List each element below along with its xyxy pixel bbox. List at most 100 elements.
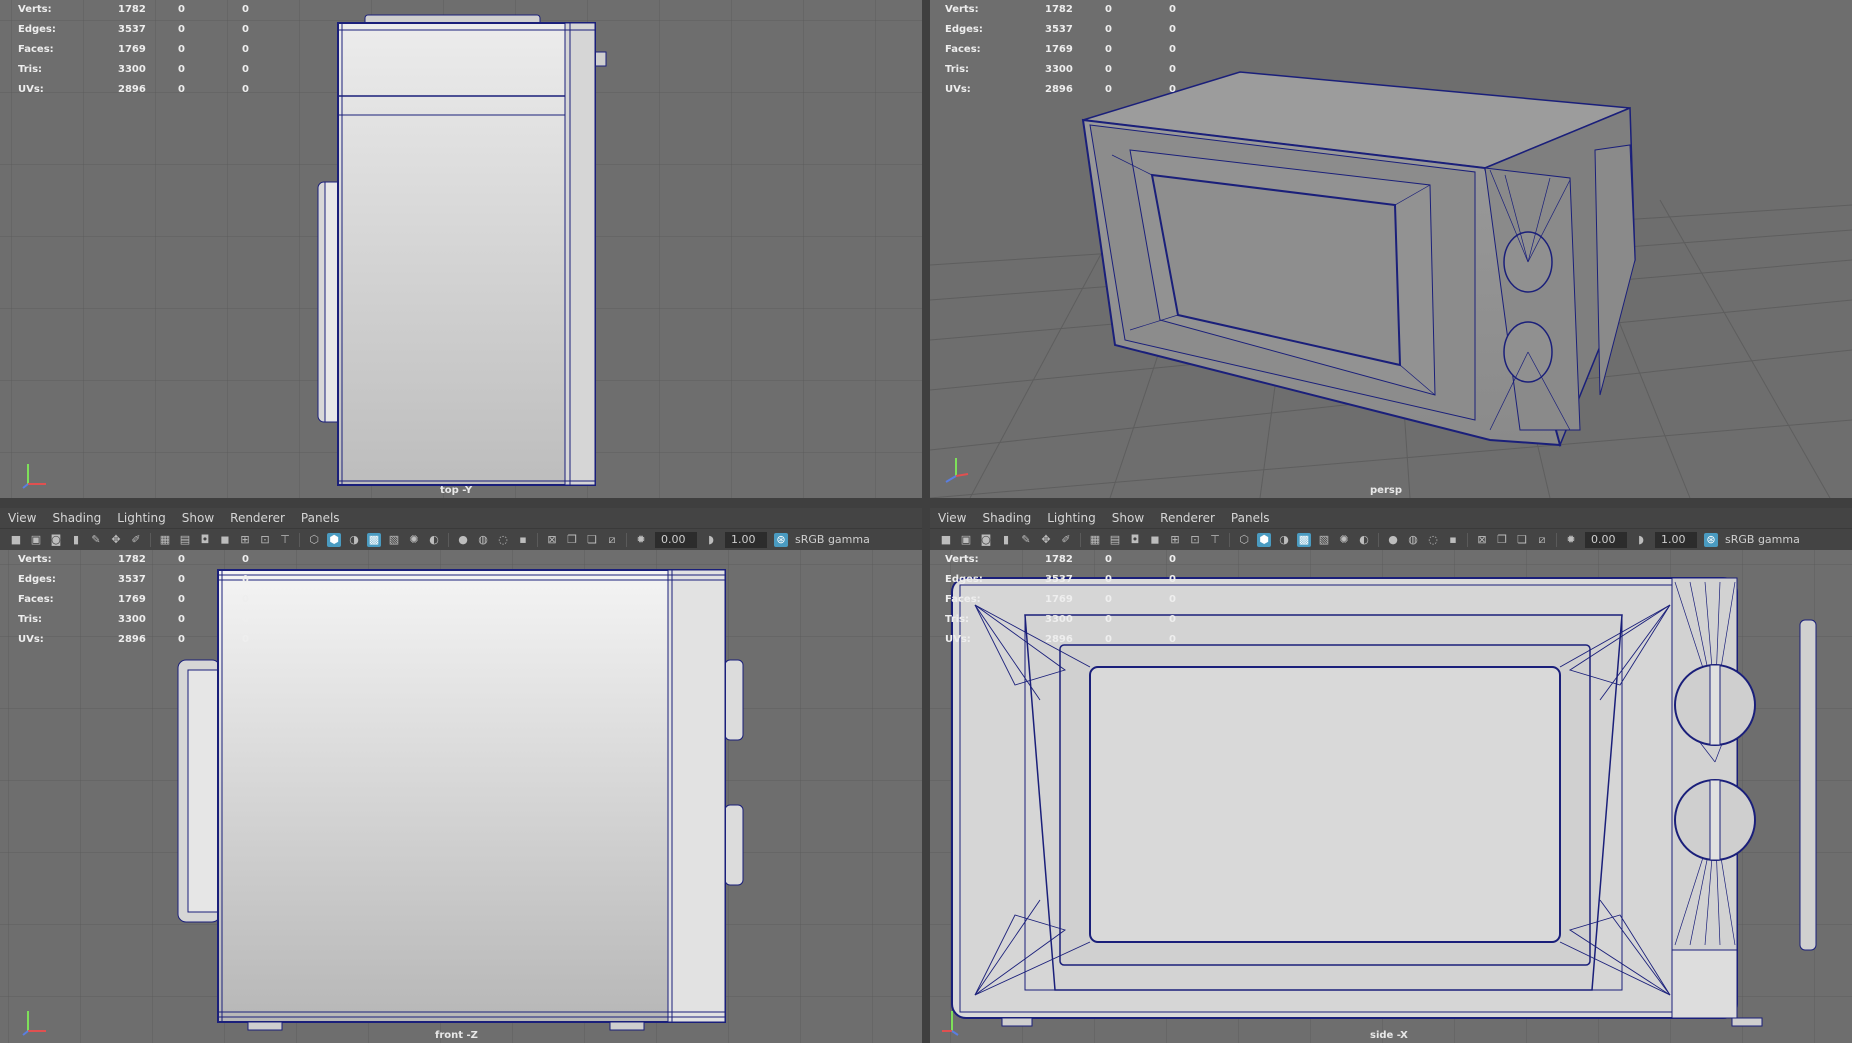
poly-count-hud: Verts: 1782 0 0 Edges: 3537 0 0 Faces: 1769 0 0 T… xyxy=(18,554,249,645)
image-plane-icon[interactable]: ✎ xyxy=(1019,533,1033,547)
menu-view[interactable]: View xyxy=(0,511,44,525)
motion-blur-icon[interactable]: ◍ xyxy=(476,533,490,547)
safe-title-icon[interactable]: ⊤ xyxy=(278,533,292,547)
color-management-icon[interactable]: ⊛ xyxy=(774,532,788,547)
lights-icon[interactable]: ✺ xyxy=(407,533,421,547)
gamma-field[interactable]: 1.00 xyxy=(1655,531,1697,548)
camera-lock-icon[interactable]: ▣ xyxy=(959,533,973,547)
menu-renderer[interactable]: Renderer xyxy=(222,511,293,525)
bookmark-icon[interactable]: ▮ xyxy=(999,533,1013,547)
toolbar-separator xyxy=(448,532,449,547)
camera-lock-icon[interactable]: ▣ xyxy=(29,533,43,547)
isolate-select-icon[interactable]: ⊠ xyxy=(545,533,559,547)
menu-lighting[interactable]: Lighting xyxy=(1039,511,1104,525)
textured-icon[interactable]: ▧ xyxy=(387,533,401,547)
anti-aliasing-icon[interactable]: ◌ xyxy=(496,533,510,547)
xray-joints-icon[interactable]: ❏ xyxy=(1515,533,1529,547)
color-management-icon[interactable]: ⊛ xyxy=(1704,532,1718,547)
grease-pencil-icon[interactable]: ✐ xyxy=(129,533,143,547)
anti-aliasing-icon[interactable]: ◌ xyxy=(1426,533,1440,547)
menu-renderer[interactable]: Renderer xyxy=(1152,511,1223,525)
toolbar-separator xyxy=(1229,532,1230,547)
toolbar-separator xyxy=(626,532,627,547)
textured-icon[interactable]: ▧ xyxy=(1317,533,1331,547)
smooth-shade-icon[interactable]: ⬢ xyxy=(1257,532,1271,547)
wireframe-icon[interactable]: ⬡ xyxy=(1237,533,1251,547)
safe-action-icon[interactable]: ⊡ xyxy=(1188,533,1202,547)
isolate-select-icon[interactable]: ⊠ xyxy=(1475,533,1489,547)
xray-icon[interactable]: ❐ xyxy=(1495,533,1509,547)
viewport-side[interactable]: View Shading Lighting Show Renderer Pane… xyxy=(930,508,1852,1043)
exposure-icon[interactable]: ✹ xyxy=(1564,533,1578,547)
bookmark-icon[interactable]: ▮ xyxy=(69,533,83,547)
depth-of-field-icon[interactable]: ▪ xyxy=(1446,533,1460,547)
depth-of-field-icon[interactable]: ▪ xyxy=(516,533,530,547)
menu-show[interactable]: Show xyxy=(1104,511,1152,525)
menu-panels[interactable]: Panels xyxy=(293,511,348,525)
field-chart-icon[interactable]: ⊞ xyxy=(1168,533,1182,547)
film-gate-icon[interactable]: ▤ xyxy=(178,533,192,547)
safe-action-icon[interactable]: ⊡ xyxy=(258,533,272,547)
axis-gizmo-icon xyxy=(945,458,969,483)
backface-icon[interactable]: ⧄ xyxy=(1535,533,1549,547)
toolbar-separator xyxy=(150,532,151,547)
color-space-label[interactable]: sRGB gamma xyxy=(1725,533,1800,546)
ambient-occlusion-icon[interactable]: ● xyxy=(1386,533,1400,547)
xray-icon[interactable]: ❐ xyxy=(565,533,579,547)
viewport-top[interactable]: Verts: 1782 0 0 Edges: 3537 0 0 Faces: 1769 0 0 T… xyxy=(0,0,922,498)
exposure-icon[interactable]: ✹ xyxy=(634,533,648,547)
poly-count-hud: Verts: 1782 0 0 Edges: 3537 0 0 Faces: 1769 0 0 T… xyxy=(945,4,1176,95)
2d-pan-icon[interactable]: ✥ xyxy=(1039,533,1053,547)
menu-lighting[interactable]: Lighting xyxy=(109,511,174,525)
smooth-shade-icon[interactable]: ⬢ xyxy=(327,532,341,547)
menu-panels[interactable]: Panels xyxy=(1223,511,1278,525)
panel-menubar: View Shading Lighting Show Renderer Pane… xyxy=(0,508,922,528)
grid-icon[interactable]: ▦ xyxy=(1088,533,1102,547)
camera-attr-icon[interactable]: ◙ xyxy=(49,533,63,547)
wireframe-icon[interactable]: ⬡ xyxy=(307,533,321,547)
gamma-icon[interactable]: ◗ xyxy=(1634,533,1648,547)
viewport-label: top -Y xyxy=(440,485,473,496)
resolution-gate-icon[interactable]: ◘ xyxy=(198,533,212,547)
menu-shading[interactable]: Shading xyxy=(44,511,109,525)
shadows-icon[interactable]: ◐ xyxy=(427,533,441,547)
toolbar-separator xyxy=(1556,532,1557,547)
panel-menubar: View Shading Lighting Show Renderer Pane… xyxy=(930,508,1852,528)
exposure-field[interactable]: 0.00 xyxy=(655,531,697,548)
viewport-persp[interactable]: Verts: 1782 0 0 Edges: 3537 0 0 Faces: 1769 0 0 T… xyxy=(930,0,1852,498)
camera-attr-icon[interactable]: ◙ xyxy=(979,533,993,547)
exposure-field[interactable]: 0.00 xyxy=(1585,531,1627,548)
default-material-icon[interactable]: ◑ xyxy=(347,533,361,547)
grid-icon[interactable]: ▦ xyxy=(158,533,172,547)
image-plane-icon[interactable]: ✎ xyxy=(89,533,103,547)
xray-joints-icon[interactable]: ❏ xyxy=(585,533,599,547)
wireframe-on-shaded-icon[interactable]: ▩ xyxy=(367,532,381,547)
default-material-icon[interactable]: ◑ xyxy=(1277,533,1291,547)
motion-blur-icon[interactable]: ◍ xyxy=(1406,533,1420,547)
shadows-icon[interactable]: ◐ xyxy=(1357,533,1371,547)
color-space-label[interactable]: sRGB gamma xyxy=(795,533,870,546)
gate-mask-icon[interactable]: ◼ xyxy=(218,533,232,547)
camera-icon[interactable]: ■ xyxy=(939,533,953,547)
backface-icon[interactable]: ⧄ xyxy=(605,533,619,547)
toolbar-separator xyxy=(537,532,538,547)
grease-pencil-icon[interactable]: ✐ xyxy=(1059,533,1073,547)
gamma-icon[interactable]: ◗ xyxy=(704,533,718,547)
lights-icon[interactable]: ✺ xyxy=(1337,533,1351,547)
2d-pan-icon[interactable]: ✥ xyxy=(109,533,123,547)
viewport-label: front -Z xyxy=(435,1030,478,1041)
menu-shading[interactable]: Shading xyxy=(974,511,1039,525)
gate-mask-icon[interactable]: ◼ xyxy=(1148,533,1162,547)
menu-show[interactable]: Show xyxy=(174,511,222,525)
resolution-gate-icon[interactable]: ◘ xyxy=(1128,533,1142,547)
viewport-front[interactable]: View Shading Lighting Show Renderer Pane… xyxy=(0,508,922,1043)
wireframe-on-shaded-icon[interactable]: ▩ xyxy=(1297,532,1311,547)
field-chart-icon[interactable]: ⊞ xyxy=(238,533,252,547)
ambient-occlusion-icon[interactable]: ● xyxy=(456,533,470,547)
menu-view[interactable]: View xyxy=(930,511,974,525)
safe-title-icon[interactable]: ⊤ xyxy=(1208,533,1222,547)
camera-icon[interactable]: ■ xyxy=(9,533,23,547)
film-gate-icon[interactable]: ▤ xyxy=(1108,533,1122,547)
axis-gizmo-icon xyxy=(942,1011,959,1036)
gamma-field[interactable]: 1.00 xyxy=(725,531,767,548)
